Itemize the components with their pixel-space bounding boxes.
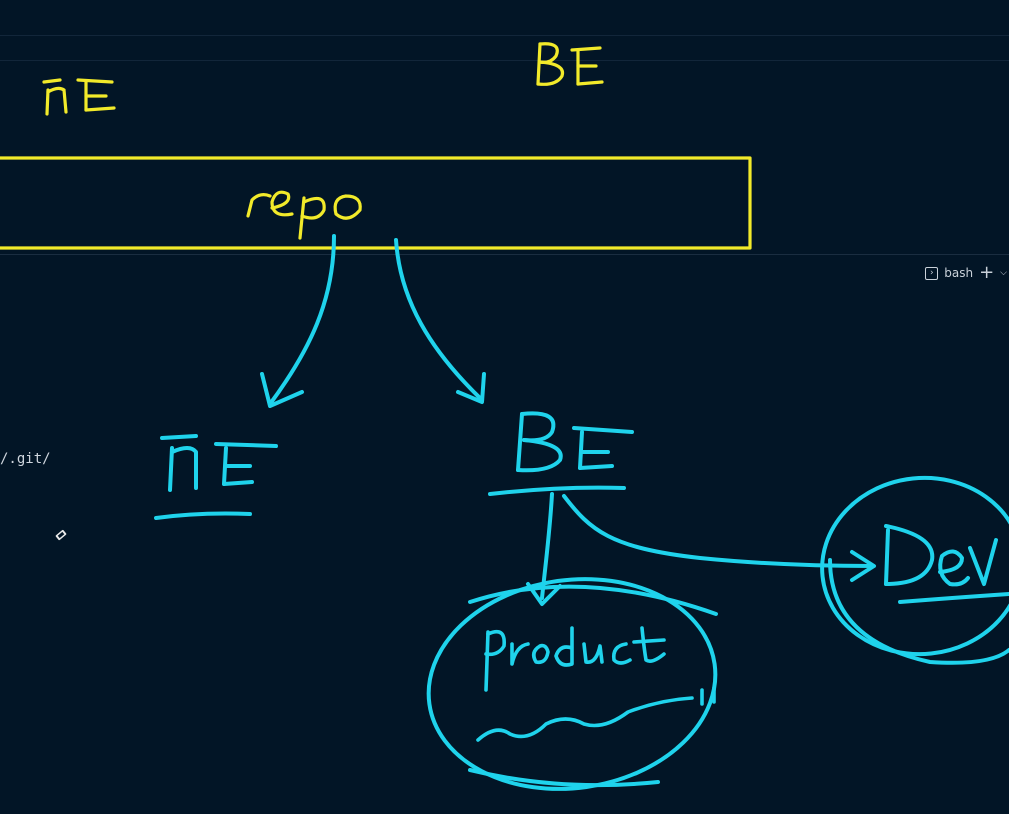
fe-lower-annotation	[154, 434, 278, 520]
be-lower-annotation	[488, 411, 634, 496]
be-top-annotation	[536, 42, 604, 86]
arrow-repo-to-be	[394, 238, 484, 402]
handwriting-layer	[0, 42, 1009, 791]
repo-box	[0, 156, 752, 250]
product-label	[476, 626, 716, 742]
arrow-repo-to-fe	[268, 234, 336, 406]
arrow-be-to-dev	[562, 494, 874, 568]
repo-label	[246, 190, 362, 240]
fe-top-annotation	[42, 78, 116, 116]
product-circle	[426, 577, 718, 791]
dev-label	[884, 524, 1009, 604]
